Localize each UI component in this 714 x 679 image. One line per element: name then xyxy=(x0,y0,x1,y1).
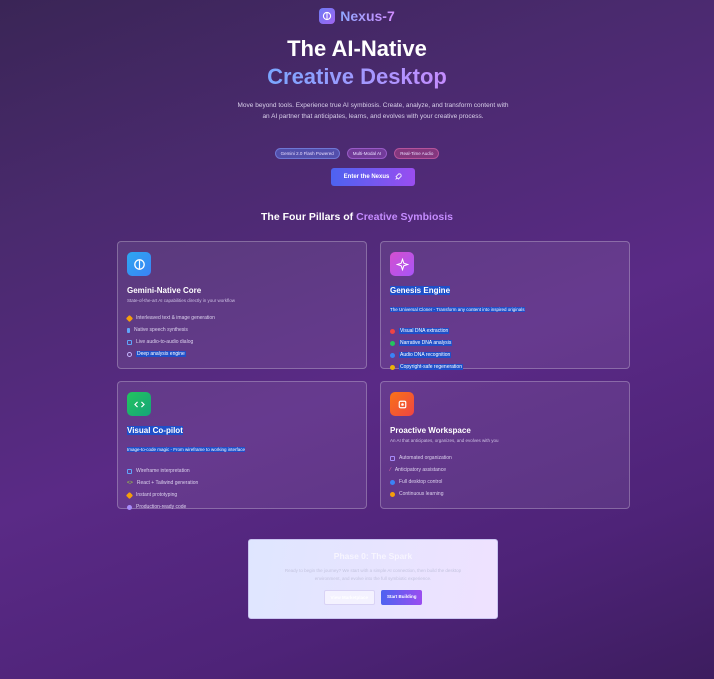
feature-item: Deep analysis engine xyxy=(127,348,357,360)
feature-item: Interleaved text & image generation xyxy=(125,312,357,324)
pillar-card-gemini-core: Gemini-Native Core State-of-the-art AI c… xyxy=(117,241,367,369)
hero-title: The AI-Native xyxy=(287,36,427,61)
card-title: Proactive Workspace xyxy=(390,426,471,435)
feature-item: Wireframe interpretation xyxy=(127,465,357,477)
feature-item: Visual DNA extraction xyxy=(390,325,620,337)
badge: Real-Time Audio xyxy=(394,148,440,159)
diamond-icon xyxy=(125,314,134,322)
feature-item: Full desktop control xyxy=(390,476,620,488)
brain-icon xyxy=(319,8,336,24)
feature-item: Automated organization xyxy=(390,452,620,464)
code-brackets-icon: <> xyxy=(127,480,133,486)
pillar-card-proactive-workspace: Proactive Workspace An AI that anticipat… xyxy=(380,381,630,509)
view-marketplace-button[interactable]: View Marketplace xyxy=(323,590,375,605)
badge: Multi-Modal AI xyxy=(346,148,388,159)
card-subtitle: State-of-the-art AI capabilities directl… xyxy=(127,298,236,303)
feature-item: Production-ready code xyxy=(127,501,357,513)
pillars-heading: The Four Pillars of Creative Symbiosis xyxy=(261,211,453,223)
hero-subtitle: Move beyond tools. Experience true AI sy… xyxy=(237,102,509,120)
brain-icon xyxy=(127,252,151,276)
mic-icon xyxy=(127,327,130,333)
cpu-icon xyxy=(390,392,414,416)
feature-item: Copyright-safe regeneration xyxy=(390,361,620,373)
brand-name: Nexus-7 xyxy=(340,8,395,24)
card-title: Gemini-Native Core xyxy=(127,286,202,295)
badge: Gemini 2.0 Flash Powered xyxy=(274,148,340,159)
card-title: Visual Co-pilot xyxy=(127,426,183,435)
feature-item: <> React + Tailwind generation xyxy=(127,480,199,486)
red-dot-icon xyxy=(390,328,395,334)
feature-item: Live audio-to-audio dialog xyxy=(127,336,357,348)
feature-item: Continuous learning xyxy=(390,488,620,500)
search-icon xyxy=(127,351,132,357)
learning-icon xyxy=(390,491,395,497)
start-building-button[interactable]: Start Building xyxy=(380,590,423,605)
folder-icon xyxy=(390,455,395,461)
phase-panel: Phase 0: The Spark Ready to begin the jo… xyxy=(248,539,498,619)
feature-item: Instant prototyping xyxy=(125,489,357,501)
green-dot-icon xyxy=(390,340,395,346)
hero-title-highlight: Creative Desktop xyxy=(267,64,447,89)
phase-title: Phase 0: The Spark xyxy=(333,551,413,561)
cta-label: Enter the Nexus xyxy=(343,174,390,180)
enter-nexus-button[interactable]: Enter the Nexus xyxy=(331,168,415,186)
card-subtitle: Image-to-code magic - From wireframe to … xyxy=(127,447,246,452)
wand-icon: ⁄ xyxy=(390,467,391,473)
rocket-icon xyxy=(395,173,402,180)
chat-icon xyxy=(127,339,132,345)
bolt-icon xyxy=(125,491,134,499)
feature-badges: Gemini 2.0 Flash Powered Multi-Modal AI … xyxy=(0,148,714,159)
feature-item: Narrative DNA analysis xyxy=(390,337,620,349)
card-subtitle: The Universal Cloner - Transform any con… xyxy=(390,307,525,312)
feature-item: Native speech synthesis xyxy=(127,324,357,336)
blue-dot-icon xyxy=(390,352,395,358)
pillar-card-genesis-engine: Genesis Engine The Universal Cloner - Tr… xyxy=(380,241,630,370)
yellow-dot-icon xyxy=(390,364,395,370)
brand-header: Nexus-7 xyxy=(0,8,714,24)
pillar-card-visual-copilot: Visual Co-pilot Image-to-code magic - Fr… xyxy=(117,381,367,510)
card-subtitle: An AI that anticipates, organizes, and e… xyxy=(390,438,499,443)
card-title: Genesis Engine xyxy=(390,286,451,295)
phase-text: Ready to begin the journey? We start wit… xyxy=(284,568,462,581)
feature-item: Audio DNA recognition xyxy=(390,349,620,361)
frame-icon xyxy=(127,468,132,474)
feature-item: ⁄ Anticipatory assistance xyxy=(390,467,446,473)
desktop-icon xyxy=(390,479,395,485)
gem-icon xyxy=(127,504,132,510)
code-icon xyxy=(127,392,151,416)
sparkles-icon xyxy=(390,252,414,276)
